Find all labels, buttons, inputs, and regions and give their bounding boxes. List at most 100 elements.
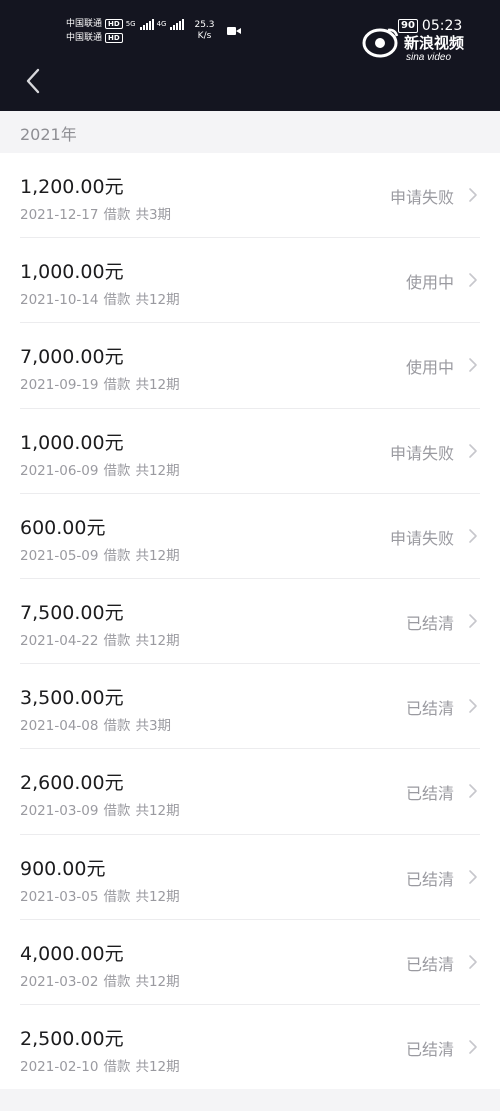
loan-type: 借款 <box>103 292 131 309</box>
chevron-right-icon <box>469 954 477 969</box>
loan-amount: 7,500.00元 <box>20 601 124 624</box>
loan-amount: 2,500.00元 <box>20 1027 124 1050</box>
chevron-right-icon <box>469 443 477 458</box>
loan-amount: 4,000.00元 <box>20 942 124 965</box>
loan-date: 2021-02-10 <box>20 1058 99 1075</box>
loan-record-row[interactable]: 900.00元 2021-03-05 借款 共12期 已结清 <box>0 835 500 920</box>
chevron-right-icon <box>469 358 477 373</box>
loan-term: 共12期 <box>135 292 180 309</box>
loan-status: 已结清 <box>405 1039 454 1059</box>
speed-unit: K/s <box>197 31 212 41</box>
carrier-row-1: 中国联通 HD 5G 4G <box>66 18 185 30</box>
loan-date: 2021-09-19 <box>20 377 99 394</box>
loan-term: 共12期 <box>135 888 180 905</box>
loan-meta: 2021-02-10 借款 共12期 <box>20 1055 180 1075</box>
loan-status: 申请失败 <box>389 188 454 207</box>
carrier-name-1: 中国联通 <box>66 18 103 29</box>
chevron-right-icon <box>469 188 477 202</box>
loan-date: 2021-05-09 <box>20 547 99 564</box>
loan-term: 共12期 <box>135 632 180 649</box>
loan-date: 2021-10-14 <box>20 292 99 309</box>
signal-icon <box>170 18 185 30</box>
loan-type: 借款 <box>103 718 131 735</box>
loan-type: 借款 <box>103 547 131 564</box>
loan-meta: 2021-03-02 借款 共12期 <box>20 970 180 990</box>
status-bar: 中国联通 HD 5G 4G 中国联通 HD 25.3 K/s <box>66 14 241 48</box>
network-speed: 25.3 K/s <box>194 20 214 42</box>
loan-status: 已结清 <box>405 954 454 974</box>
loan-amount: 1,000.00元 <box>20 261 124 284</box>
carrier-row-2: 中国联通 HD <box>66 33 184 44</box>
video-camera-icon <box>226 26 241 36</box>
loan-type: 借款 <box>103 973 131 990</box>
signal-icon <box>139 18 154 30</box>
top-bar: 中国联通 HD 5G 4G 中国联通 HD 25.3 K/s 90 05:23 <box>0 0 500 111</box>
loan-term: 共12期 <box>135 803 180 820</box>
loan-date: 2021-06-09 <box>20 462 99 479</box>
chevron-right-icon <box>469 273 477 287</box>
loan-meta: 2021-04-22 借款 共12期 <box>20 629 180 649</box>
loan-meta: 2021-12-17 借款 共3期 <box>20 203 171 223</box>
chevron-right-icon <box>469 869 477 884</box>
loan-term: 共3期 <box>135 207 172 223</box>
loan-term: 共12期 <box>135 547 180 564</box>
carrier-info: 中国联通 HD 5G 4G 中国联通 HD <box>66 18 185 44</box>
loan-date: 2021-04-08 <box>20 718 99 735</box>
watermark-brand-en: sina video <box>406 52 452 63</box>
loan-date: 2021-03-02 <box>20 973 99 990</box>
loan-date: 2021-12-17 <box>20 207 99 223</box>
loan-term: 共12期 <box>135 973 180 990</box>
loan-type: 借款 <box>103 377 131 394</box>
loan-record-row[interactable]: 2,600.00元 2021-03-09 借款 共12期 已结清 <box>0 749 500 835</box>
loan-record-row[interactable]: 3,500.00元 2021-04-08 借款 共3期 已结清 <box>0 664 500 750</box>
chevron-right-icon <box>469 1040 477 1054</box>
chevron-right-icon <box>469 528 477 543</box>
watermark-brand-cn: 新浪视频 <box>404 34 465 52</box>
loan-amount: 600.00元 <box>20 516 106 539</box>
loan-amount: 900.00元 <box>20 857 106 880</box>
network-type-1: 5G <box>125 19 136 28</box>
sina-video-watermark: 新浪视频 sina video <box>362 20 472 64</box>
loan-meta: 2021-09-19 借款 共12期 <box>20 373 180 393</box>
loan-type: 借款 <box>103 632 131 649</box>
sina-logo-icon <box>362 28 399 58</box>
loan-record-row[interactable]: 4,000.00元 2021-03-02 借款 共12期 已结清 <box>0 920 500 1006</box>
loan-type: 借款 <box>103 207 131 223</box>
back-chevron-left-icon[interactable] <box>22 66 46 96</box>
loan-record-row[interactable]: 1,000.00元 2021-10-14 借款 共12期 使用中 <box>0 238 500 324</box>
loan-record-row[interactable]: 600.00元 2021-05-09 借款 共12期 申请失败 <box>0 494 500 580</box>
loan-status: 使用中 <box>405 358 454 378</box>
loan-status: 已结清 <box>405 613 454 633</box>
loan-record-row[interactable]: 1,000.00元 2021-06-09 借款 共12期 申请失败 <box>0 409 500 494</box>
speed-value: 25.3 <box>194 20 215 30</box>
loan-amount: 1,200.00元 <box>20 176 124 198</box>
bottom-spacer <box>0 1089 500 1111</box>
loan-date: 2021-04-22 <box>20 632 99 649</box>
loan-type: 借款 <box>103 888 131 905</box>
loan-status: 使用中 <box>405 273 454 293</box>
loan-record-row[interactable]: 1,200.00元 2021-12-17 借款 共3期 申请失败 <box>0 153 500 239</box>
network-type-2: 4G <box>156 19 167 28</box>
loan-term: 共12期 <box>135 462 180 479</box>
chevron-right-icon <box>469 614 477 628</box>
loan-type: 借款 <box>103 1058 131 1075</box>
loan-meta: 2021-03-09 借款 共12期 <box>20 799 180 819</box>
loan-status: 已结清 <box>405 869 454 889</box>
loan-type: 借款 <box>103 462 131 479</box>
loan-status: 已结清 <box>405 699 454 719</box>
hd-badge-1: HD <box>105 19 123 29</box>
loan-meta: 2021-10-14 借款 共12期 <box>20 288 180 308</box>
loan-record-row[interactable]: 7,000.00元 2021-09-19 借款 共12期 使用中 <box>0 323 500 409</box>
loan-record-row[interactable]: 7,500.00元 2021-04-22 借款 共12期 已结清 <box>0 579 500 665</box>
loan-status: 已结清 <box>405 784 454 804</box>
loan-date: 2021-03-09 <box>20 803 99 820</box>
loan-status: 申请失败 <box>389 528 454 548</box>
loan-meta: 2021-03-05 借款 共12期 <box>20 885 180 905</box>
loan-amount: 1,000.00元 <box>20 431 124 454</box>
loan-term: 共3期 <box>135 718 172 735</box>
loan-date: 2021-03-05 <box>20 888 99 905</box>
loan-term: 共12期 <box>135 377 180 394</box>
loan-record-row[interactable]: 2,500.00元 2021-02-10 借款 共12期 已结清 <box>0 1005 500 1091</box>
loan-meta: 2021-04-08 借款 共3期 <box>20 714 171 734</box>
loan-records-list: 1,200.00元 2021-12-17 借款 共3期 申请失败 1,000.00元 202… <box>0 153 500 1091</box>
